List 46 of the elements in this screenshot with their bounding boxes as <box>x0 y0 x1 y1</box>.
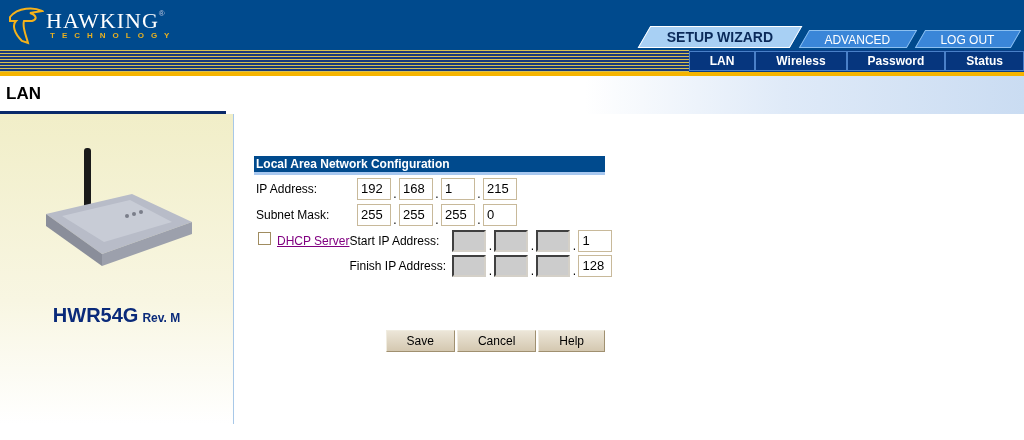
nav-tab[interactable]: LOG OUT <box>914 30 1022 48</box>
subnav-link[interactable]: Status <box>945 51 1024 71</box>
subnav-link[interactable]: Password <box>846 51 946 71</box>
field-label: IP Address: <box>255 180 319 198</box>
subnav-link[interactable]: LAN <box>688 51 756 71</box>
octet-separator: . <box>571 239 578 252</box>
model-revision: Rev. M <box>142 310 181 327</box>
octet-field[interactable]: 1 <box>441 177 475 200</box>
octet-separator: . <box>434 213 440 226</box>
octet-separator: . <box>487 264 494 277</box>
field-label: Subnet Mask: <box>255 206 331 224</box>
field-label: Finish IP Address: <box>349 257 447 275</box>
octet-separator: . <box>476 213 482 226</box>
octet-field[interactable]: 192 <box>357 177 391 200</box>
octet-field[interactable]: 255 <box>357 203 391 226</box>
logo-wordmark: HAWKING <box>46 10 159 32</box>
octet-separator: . <box>392 187 398 200</box>
octet-separator: . <box>476 187 482 200</box>
octet-separator: . <box>434 187 440 200</box>
nav-tab[interactable]: SETUP WIZARD <box>637 26 803 48</box>
octet-separator: . <box>392 213 398 226</box>
logo-tagline: TECHNOLOGY <box>49 32 177 40</box>
octet-field[interactable]: 1 <box>578 229 613 252</box>
octet-separator: . <box>529 239 536 252</box>
field-label: Start IP Address: <box>349 232 441 250</box>
dhcp-server-link[interactable]: DHCP Server <box>277 232 350 250</box>
eagle-icon <box>8 5 44 45</box>
octet-separator: . <box>529 264 536 277</box>
octet-field[interactable]: 168 <box>399 177 433 200</box>
page-title: LAN <box>6 82 41 105</box>
form-button[interactable]: Help <box>538 330 605 352</box>
octet-field[interactable]: 255 <box>399 203 433 226</box>
form-button[interactable]: Cancel <box>456 330 537 352</box>
model-name: HWR54G <box>52 303 139 328</box>
octet-separator: . <box>571 264 578 277</box>
form-button[interactable]: Save <box>385 330 455 352</box>
section-header: Local Area Network Configuration <box>254 156 605 175</box>
nav-tab[interactable]: ADVANCED <box>799 30 918 48</box>
octet-separator: . <box>487 239 494 252</box>
dhcp-checkbox[interactable] <box>258 232 271 245</box>
subnav-link[interactable]: Wireless <box>755 51 847 71</box>
octet-field[interactable]: 128 <box>578 254 613 277</box>
octet-field[interactable]: 215 <box>483 177 517 200</box>
octet-field[interactable]: 0 <box>483 203 517 226</box>
octet-field[interactable]: 255 <box>441 203 475 226</box>
registered-mark: ® <box>158 10 165 18</box>
